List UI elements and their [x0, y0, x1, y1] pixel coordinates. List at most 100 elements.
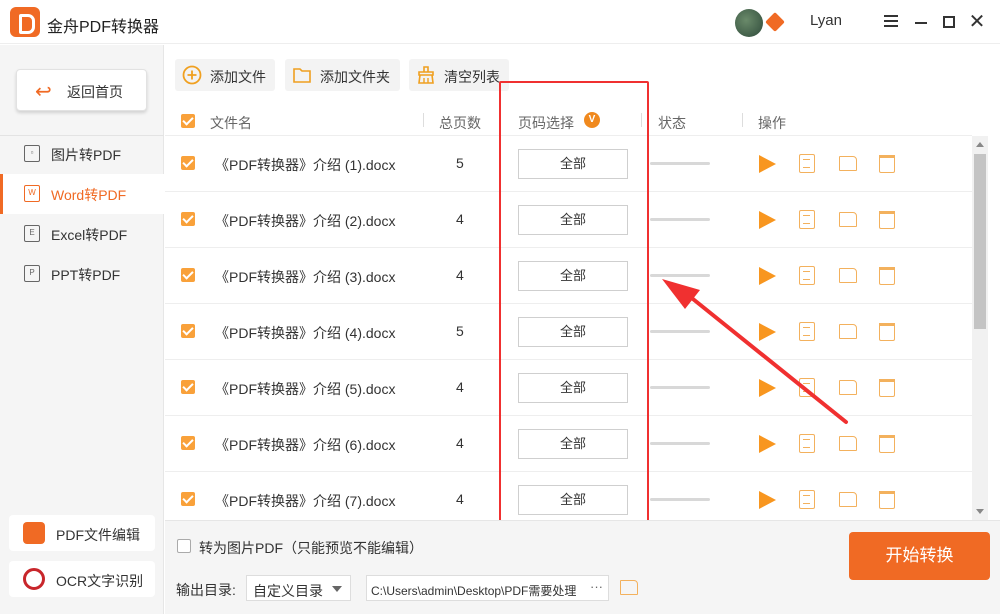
app-title: 金舟PDF转换器: [47, 19, 160, 36]
document-icon[interactable]: [799, 378, 815, 397]
select-all-checkbox[interactable]: [181, 114, 195, 128]
convert-to-image-checkbox[interactable]: [177, 539, 191, 553]
clear-list-button[interactable]: 清空列表: [409, 59, 509, 91]
header-divider: [641, 113, 642, 127]
start-convert-button[interactable]: 开始转换: [849, 532, 990, 580]
add-folder-label: 添加文件夹: [320, 69, 390, 85]
user-avatar[interactable]: [735, 9, 763, 37]
scroll-up-icon[interactable]: [976, 142, 984, 147]
table-row[interactable]: 《PDF转换器》介绍 (4).docx 5 全部: [165, 304, 972, 360]
page-range-input[interactable]: 全部: [518, 373, 628, 403]
header-divider: [742, 113, 743, 127]
menu-icon[interactable]: [882, 12, 900, 32]
word-file-icon: W: [24, 185, 40, 202]
output-dir-select-value: 自定义目录: [253, 583, 323, 599]
folder-icon[interactable]: [839, 268, 857, 283]
document-icon[interactable]: [799, 322, 815, 341]
page-count: 4: [456, 267, 464, 283]
sidebar-item-word-to-pdf[interactable]: W Word转PDF: [0, 174, 164, 214]
sidebar-item-excel-to-pdf[interactable]: E Excel转PDF: [0, 214, 164, 254]
more-icon[interactable]: ···: [590, 579, 603, 594]
trash-icon[interactable]: [879, 435, 895, 453]
vip-badge-icon[interactable]: [765, 12, 785, 32]
page-range-input[interactable]: 全部: [518, 429, 628, 459]
folder-icon[interactable]: [839, 436, 857, 451]
trash-icon[interactable]: [879, 211, 895, 229]
play-icon[interactable]: [759, 491, 776, 509]
sidebar-item-label: PPT转PDF: [51, 267, 121, 283]
bottom-panel: 转为图片PDF（只能预览不能编辑） 输出目录: 自定义目录 C:\Users\a…: [165, 520, 1000, 614]
chevron-down-icon: [332, 586, 342, 592]
trash-icon[interactable]: [879, 155, 895, 173]
document-icon[interactable]: [799, 266, 815, 285]
close-icon[interactable]: ✕: [968, 12, 986, 32]
broom-icon: [418, 66, 434, 84]
row-checkbox[interactable]: [181, 492, 195, 506]
page-range-input[interactable]: 全部: [518, 205, 628, 235]
file-name: 《PDF转换器》介绍 (7).docx: [215, 493, 396, 509]
folder-icon[interactable]: [839, 380, 857, 395]
table-row[interactable]: 《PDF转换器》介绍 (5).docx 4 全部: [165, 360, 972, 416]
status-progress-bar: [650, 498, 710, 501]
status-progress-bar: [650, 386, 710, 389]
header-pages: 总页数: [439, 115, 481, 131]
play-icon[interactable]: [759, 155, 776, 173]
page-range-input[interactable]: 全部: [518, 261, 628, 291]
table-header: 文件名 总页数 页码选择 V 状态 操作: [165, 104, 972, 136]
vertical-scrollbar[interactable]: [972, 136, 988, 520]
document-icon[interactable]: [799, 210, 815, 229]
add-file-button[interactable]: 添加文件: [175, 59, 275, 91]
minimize-icon[interactable]: [912, 12, 930, 32]
row-checkbox[interactable]: [181, 212, 195, 226]
ocr-button[interactable]: OCR文字识别: [9, 561, 155, 597]
folder-icon[interactable]: [839, 324, 857, 339]
trash-icon[interactable]: [879, 491, 895, 509]
row-checkbox[interactable]: [181, 436, 195, 450]
page-range-input[interactable]: 全部: [518, 485, 628, 515]
play-icon[interactable]: [759, 379, 776, 397]
row-checkbox[interactable]: [181, 156, 195, 170]
page-range-input[interactable]: 全部: [518, 149, 628, 179]
folder-icon[interactable]: [839, 492, 857, 507]
table-row[interactable]: 《PDF转换器》介绍 (3).docx 4 全部: [165, 248, 972, 304]
output-dir-select[interactable]: 自定义目录: [246, 575, 351, 601]
status-progress-bar: [650, 442, 710, 445]
trash-icon[interactable]: [879, 323, 895, 341]
maximize-icon[interactable]: [940, 12, 958, 32]
row-checkbox[interactable]: [181, 268, 195, 282]
page-range-input[interactable]: 全部: [518, 317, 628, 347]
output-path-field[interactable]: C:\Users\admin\Desktop\PDF需要处理 ···: [366, 575, 609, 601]
row-checkbox[interactable]: [181, 324, 195, 338]
trash-icon[interactable]: [879, 379, 895, 397]
scroll-down-icon[interactable]: [976, 509, 984, 514]
document-icon[interactable]: [799, 154, 815, 173]
folder-icon[interactable]: [839, 156, 857, 171]
sidebar-item-label: Excel转PDF: [51, 227, 128, 243]
page-count: 4: [456, 211, 464, 227]
scrollbar-thumb[interactable]: [974, 154, 986, 329]
username[interactable]: Lyan: [810, 12, 842, 29]
header-page-range: 页码选择: [518, 115, 574, 131]
page-range-vip-badge-icon[interactable]: V: [584, 112, 600, 128]
table-row[interactable]: 《PDF转换器》介绍 (2).docx 4 全部: [165, 192, 972, 248]
add-folder-button[interactable]: 添加文件夹: [285, 59, 400, 91]
table-row[interactable]: 《PDF转换器》介绍 (1).docx 5 全部: [165, 136, 972, 192]
clear-list-label: 清空列表: [444, 69, 500, 85]
sidebar-item-ppt-to-pdf[interactable]: P PPT转PDF: [0, 254, 164, 294]
play-icon[interactable]: [759, 323, 776, 341]
open-folder-icon[interactable]: [620, 580, 638, 595]
back-home-button[interactable]: ↩ 返回首页: [16, 69, 147, 111]
document-icon[interactable]: [799, 490, 815, 509]
table-row[interactable]: 《PDF转换器》介绍 (6).docx 4 全部: [165, 416, 972, 472]
pdf-edit-button[interactable]: PDF文件编辑: [9, 515, 155, 551]
folder-icon[interactable]: [839, 212, 857, 227]
trash-icon[interactable]: [879, 267, 895, 285]
app-logo-icon: [10, 7, 40, 37]
header-divider: [423, 113, 424, 127]
play-icon[interactable]: [759, 211, 776, 229]
play-icon[interactable]: [759, 267, 776, 285]
document-icon[interactable]: [799, 434, 815, 453]
play-icon[interactable]: [759, 435, 776, 453]
row-checkbox[interactable]: [181, 380, 195, 394]
sidebar-item-image-to-pdf[interactable]: ▫ 图片转PDF: [0, 134, 164, 174]
